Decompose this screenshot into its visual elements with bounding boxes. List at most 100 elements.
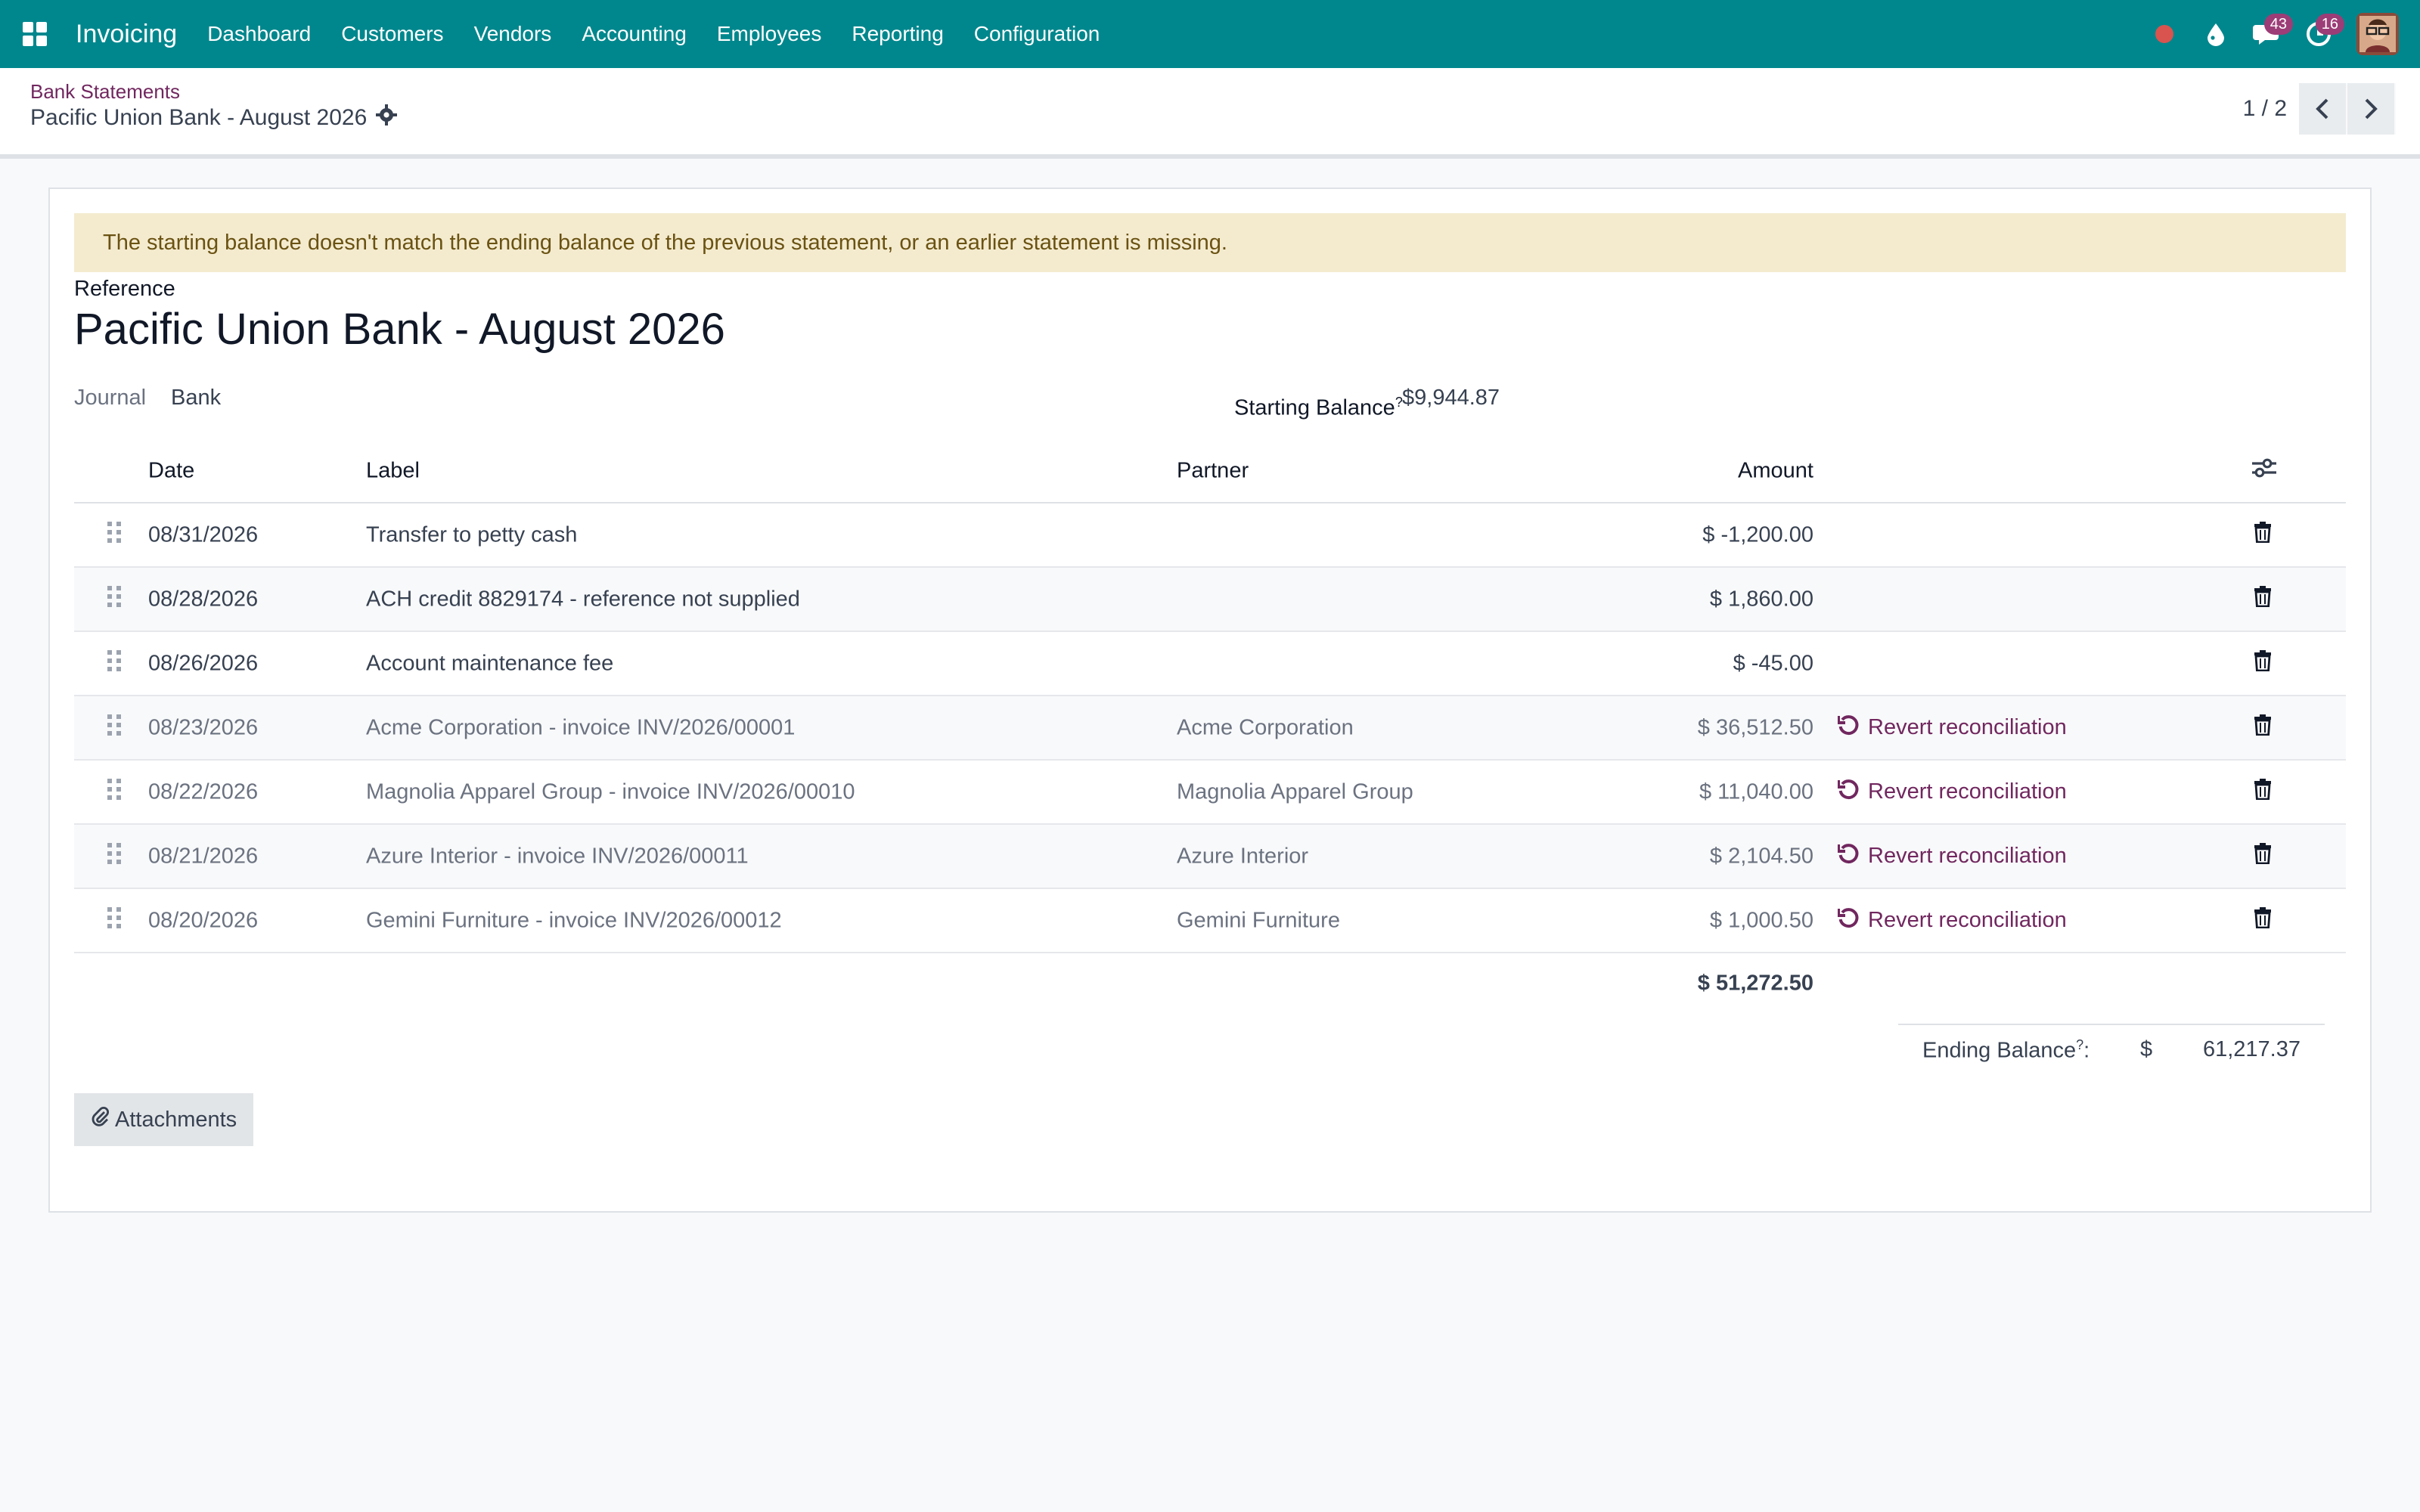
app-brand[interactable]: Invoicing	[76, 20, 177, 49]
revert-reconciliation-label: Revert reconciliation	[1868, 779, 2067, 804]
activity-clock-icon[interactable]: 16	[2293, 0, 2344, 68]
starting-balance-label: Starting Balance?	[1234, 395, 1403, 420]
messages-icon[interactable]: 43	[2242, 0, 2293, 68]
table-body: 08/31/2026 Transfer to petty cash $ -1,200…	[74, 503, 2346, 953]
table-row[interactable]: 08/23/2026 Acme Corporation - invoice INV…	[74, 696, 2346, 761]
line-date: 08/23/2026	[148, 715, 259, 739]
drag-handle-icon[interactable]	[107, 906, 123, 936]
line-amount: $ -45.00	[1733, 651, 1813, 675]
journal-field[interactable]: Bank	[171, 386, 221, 411]
attachments-button[interactable]: Attachments	[74, 1093, 254, 1146]
table-row[interactable]: 08/22/2026 Magnolia Apparel Group - invoi…	[74, 761, 2346, 825]
drag-handle-icon[interactable]	[107, 520, 123, 550]
revert-icon	[1837, 907, 1859, 934]
ending-balance-currency: $	[2140, 1037, 2153, 1061]
apps-menu-icon[interactable]	[0, 0, 70, 68]
paperclip-icon	[91, 1106, 110, 1133]
systray: 43 16	[2139, 0, 2399, 68]
revert-reconciliation-button[interactable]: Revert reconciliation	[1837, 907, 2067, 934]
drag-handle-icon[interactable]	[107, 649, 123, 679]
trash-icon[interactable]	[2254, 778, 2272, 806]
reference-field[interactable]: Pacific Union Bank - August 2026	[74, 304, 725, 355]
revert-icon	[1837, 843, 1859, 870]
control-panel: Bank Statements Pacific Union Bank - Aug…	[0, 68, 2420, 159]
line-date: 08/20/2026	[148, 908, 259, 932]
column-date[interactable]: Date	[148, 459, 194, 484]
statement-lines-table: Date Label Partner Amount 08/31/2026 Tran…	[74, 440, 2346, 1014]
menu-reporting[interactable]: Reporting	[836, 22, 958, 46]
trash-icon[interactable]	[2254, 521, 2272, 549]
revert-icon	[1837, 714, 1859, 742]
table-row[interactable]: 08/28/2026 ACH credit 8829174 - reference…	[74, 568, 2346, 632]
menu-configuration[interactable]: Configuration	[959, 22, 1115, 46]
pager-previous-button[interactable]	[2299, 83, 2347, 135]
trash-icon[interactable]	[2254, 842, 2272, 870]
revert-reconciliation-button[interactable]: Revert reconciliation	[1837, 779, 2067, 806]
line-label: ACH credit 8829174 - reference not suppl…	[366, 587, 800, 611]
line-date: 08/26/2026	[148, 651, 259, 675]
line-amount: $ -1,200.00	[1702, 522, 1813, 547]
table-row[interactable]: 08/21/2026 Azure Interior - invoice INV/2…	[74, 825, 2346, 889]
line-date: 08/21/2026	[148, 844, 259, 868]
user-avatar[interactable]	[2356, 13, 2399, 55]
table-row[interactable]: 08/31/2026 Transfer to petty cash $ -1,200…	[74, 503, 2346, 568]
starting-balance-field[interactable]: $9,944.87	[1402, 386, 1500, 411]
column-label[interactable]: Label	[366, 459, 420, 484]
form-sheet: The starting balance doesn't match the e…	[48, 187, 2372, 1213]
record-pager: 1 / 2	[2243, 83, 2396, 135]
trash-icon[interactable]	[2254, 649, 2272, 677]
line-partner: Magnolia Apparel Group	[1177, 779, 1413, 804]
menu-vendors[interactable]: Vendors	[459, 22, 567, 46]
line-amount: $ 36,512.50	[1697, 715, 1813, 739]
top-navbar: Invoicing Dashboard Customers Vendors Ac…	[0, 0, 2420, 68]
line-amount: $ 11,040.00	[1699, 779, 1813, 804]
menu-employees[interactable]: Employees	[702, 22, 837, 46]
drop-icon[interactable]	[2190, 0, 2242, 68]
ending-balance-section: Ending Balance?: $ 61,217.37	[1898, 1024, 2325, 1078]
trash-icon[interactable]	[2254, 714, 2272, 742]
record-title: Pacific Union Bank - August 2026	[30, 104, 398, 132]
revert-reconciliation-label: Revert reconciliation	[1868, 908, 2067, 932]
line-amount: $ 2,104.50	[1709, 844, 1813, 868]
line-partner: Acme Corporation	[1177, 715, 1354, 739]
gear-icon[interactable]	[376, 104, 398, 132]
help-tooltip-icon[interactable]: ?	[2076, 1037, 2083, 1052]
table-header: Date Label Partner Amount	[74, 440, 2346, 503]
revert-reconciliation-label: Revert reconciliation	[1868, 715, 2067, 739]
trash-icon[interactable]	[2254, 906, 2272, 934]
balance-warning-alert: The starting balance doesn't match the e…	[74, 213, 2346, 272]
column-amount[interactable]: Amount	[1738, 459, 1813, 484]
drag-handle-icon[interactable]	[107, 777, 123, 807]
revert-reconciliation-button[interactable]: Revert reconciliation	[1837, 714, 2067, 742]
activities-count-badge: 16	[2315, 14, 2344, 35]
pager-value[interactable]: 1 / 2	[2243, 96, 2287, 122]
reference-label: Reference	[74, 277, 175, 301]
table-row[interactable]: 08/20/2026 Gemini Furniture - invoice INV…	[74, 889, 2346, 953]
line-partner: Azure Interior	[1177, 844, 1309, 868]
column-partner[interactable]: Partner	[1177, 459, 1249, 484]
line-date: 08/22/2026	[148, 779, 259, 804]
menu-accounting[interactable]: Accounting	[566, 22, 702, 46]
ending-balance-label: Ending Balance?:	[1922, 1037, 2090, 1063]
journal-label: Journal	[74, 386, 147, 410]
table-row[interactable]: 08/26/2026 Account maintenance fee $ -45.0…	[74, 632, 2346, 696]
recording-dot-icon[interactable]	[2139, 0, 2190, 68]
revert-reconciliation-button[interactable]: Revert reconciliation	[1837, 843, 2067, 870]
ending-balance-field[interactable]: 61,217.37	[2203, 1037, 2301, 1062]
drag-handle-icon[interactable]	[107, 713, 123, 743]
revert-icon	[1837, 779, 1859, 806]
menu-customers[interactable]: Customers	[326, 22, 458, 46]
line-amount: $ 1,860.00	[1709, 587, 1813, 611]
drag-handle-icon[interactable]	[107, 841, 123, 872]
breadcrumb-bank-statements[interactable]: Bank Statements	[30, 80, 180, 104]
revert-reconciliation-label: Revert reconciliation	[1868, 844, 2067, 868]
amount-total: $ 51,272.50	[1697, 971, 1813, 996]
drag-handle-icon[interactable]	[107, 584, 123, 615]
line-label: Acme Corporation - invoice INV/2026/0000…	[366, 715, 796, 739]
line-label: Transfer to petty cash	[366, 522, 578, 547]
trash-icon[interactable]	[2254, 585, 2272, 613]
optional-columns-icon[interactable]	[2251, 457, 2278, 485]
line-label: Gemini Furniture - invoice INV/2026/0001…	[366, 908, 782, 932]
menu-dashboard[interactable]: Dashboard	[192, 22, 326, 46]
pager-next-button[interactable]	[2347, 83, 2396, 135]
